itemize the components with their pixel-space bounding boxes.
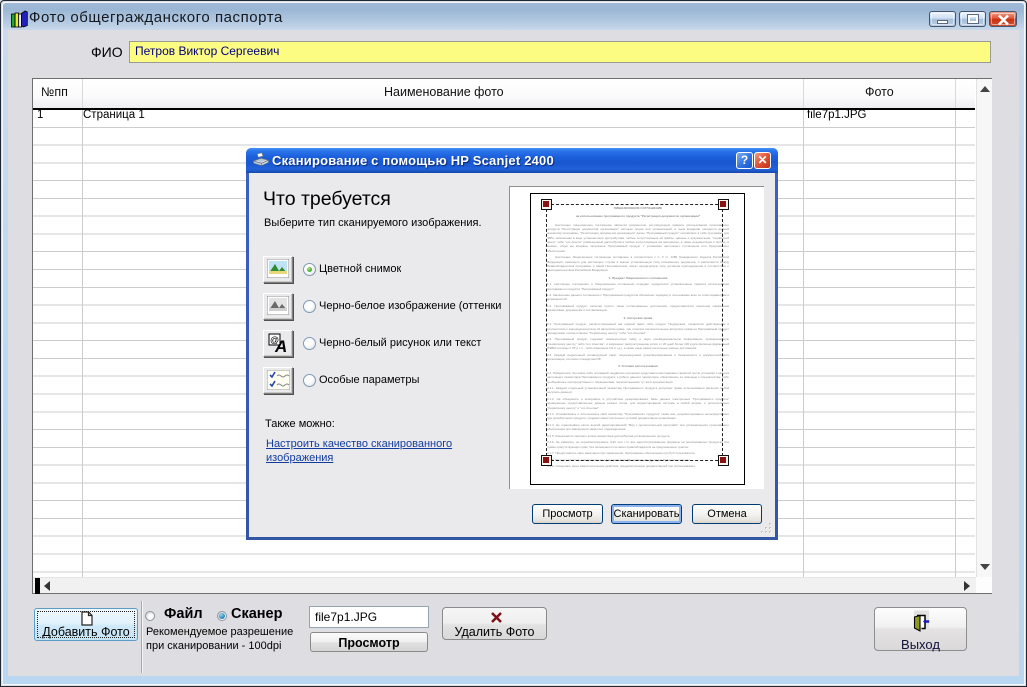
svg-text:A: A <box>274 337 287 354</box>
